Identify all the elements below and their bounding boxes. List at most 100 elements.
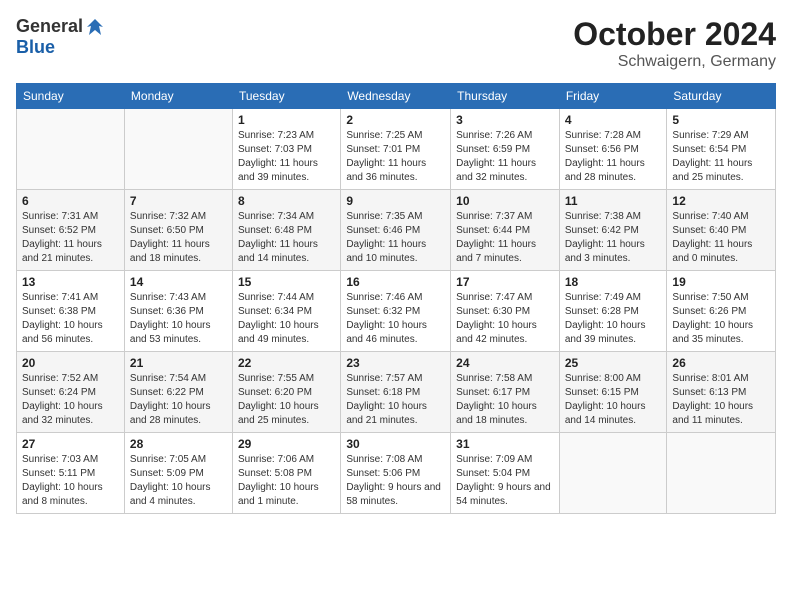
calendar-cell: 27 Sunrise: 7:03 AM Sunset: 5:11 PM Dayli… xyxy=(17,433,125,514)
calendar-cell xyxy=(17,109,125,190)
calendar-cell: 5Sunrise: 7:29 AM Sunset: 6:54 PM Daylig… xyxy=(667,109,776,190)
calendar-cell: 24 Sunrise: 7:58 AM Sunset: 6:17 PM Dayli… xyxy=(451,352,560,433)
calendar-cell: 23 Sunrise: 7:57 AM Sunset: 6:18 PM Dayli… xyxy=(341,352,451,433)
day-info: Sunrise: 7:32 AM Sunset: 6:50 PM Dayligh… xyxy=(130,210,227,266)
day-info: Sunrise: 7:25 AM Sunset: 7:01 PM Dayligh… xyxy=(346,129,445,185)
calendar-cell xyxy=(124,109,232,190)
calendar-cell: 3 Sunrise: 7:26 AM Sunset: 6:59 PM Daylig… xyxy=(451,109,560,190)
month-title: October 2024 xyxy=(573,16,776,53)
calendar-cell: 14Sunrise: 7:43 AM Sunset: 6:36 PM Dayli… xyxy=(124,271,232,352)
calendar-cell: 11 Sunrise: 7:38 AM Sunset: 6:42 PM Dayli… xyxy=(559,190,667,271)
day-info: Sunrise: 7:03 AM Sunset: 5:11 PM Dayligh… xyxy=(22,453,119,509)
calendar-cell: 13Sunrise: 7:41 AM Sunset: 6:38 PM Dayli… xyxy=(17,271,125,352)
calendar-cell: 6 Sunrise: 7:31 AM Sunset: 6:52 PM Daylig… xyxy=(17,190,125,271)
day-number: 22 xyxy=(238,356,335,370)
calendar-cell: 16 Sunrise: 7:46 AM Sunset: 6:32 PM Dayli… xyxy=(341,271,451,352)
day-number: 31 xyxy=(456,437,554,451)
day-number: 2 xyxy=(346,113,445,127)
calendar-cell: 28 Sunrise: 7:05 AM Sunset: 5:09 PM Dayli… xyxy=(124,433,232,514)
weekday-header: Saturday xyxy=(667,84,776,109)
calendar-cell: 10 Sunrise: 7:37 AM Sunset: 6:44 PM Dayli… xyxy=(451,190,560,271)
day-info: Sunrise: 7:26 AM Sunset: 6:59 PM Dayligh… xyxy=(456,129,554,185)
day-info: Sunrise: 7:58 AM Sunset: 6:17 PM Dayligh… xyxy=(456,372,554,428)
day-info: Sunrise: 7:40 AM Sunset: 6:40 PM Dayligh… xyxy=(672,210,770,266)
day-number: 7 xyxy=(130,194,227,208)
day-info: Sunrise: 7:08 AM Sunset: 5:06 PM Dayligh… xyxy=(346,453,445,509)
day-number: 12 xyxy=(672,194,770,208)
calendar-week-row: 1 Sunrise: 7:23 AM Sunset: 7:03 PM Daylig… xyxy=(17,109,776,190)
day-number: 11 xyxy=(565,194,662,208)
calendar-cell: 21 Sunrise: 7:54 AM Sunset: 6:22 PM Dayli… xyxy=(124,352,232,433)
calendar-cell: 26 Sunrise: 8:01 AM Sunset: 6:13 PM Dayli… xyxy=(667,352,776,433)
calendar-cell: 4Sunrise: 7:28 AM Sunset: 6:56 PM Daylig… xyxy=(559,109,667,190)
weekday-header: Friday xyxy=(559,84,667,109)
day-number: 27 xyxy=(22,437,119,451)
day-number: 10 xyxy=(456,194,554,208)
calendar-week-row: 20 Sunrise: 7:52 AM Sunset: 6:24 PM Dayli… xyxy=(17,352,776,433)
day-info: Sunrise: 7:57 AM Sunset: 6:18 PM Dayligh… xyxy=(346,372,445,428)
calendar-cell: 20 Sunrise: 7:52 AM Sunset: 6:24 PM Dayli… xyxy=(17,352,125,433)
day-info: Sunrise: 7:44 AM Sunset: 6:34 PM Dayligh… xyxy=(238,291,335,347)
calendar-cell xyxy=(667,433,776,514)
day-info: Sunrise: 7:37 AM Sunset: 6:44 PM Dayligh… xyxy=(456,210,554,266)
day-number: 19 xyxy=(672,275,770,289)
day-number: 16 xyxy=(346,275,445,289)
day-number: 28 xyxy=(130,437,227,451)
day-info: Sunrise: 8:01 AM Sunset: 6:13 PM Dayligh… xyxy=(672,372,770,428)
day-number: 24 xyxy=(456,356,554,370)
calendar-cell: 18Sunrise: 7:49 AM Sunset: 6:28 PM Dayli… xyxy=(559,271,667,352)
day-info: Sunrise: 7:05 AM Sunset: 5:09 PM Dayligh… xyxy=(130,453,227,509)
day-number: 21 xyxy=(130,356,227,370)
day-info: Sunrise: 7:34 AM Sunset: 6:48 PM Dayligh… xyxy=(238,210,335,266)
location-title: Schwaigern, Germany xyxy=(573,53,776,71)
weekday-header: Tuesday xyxy=(232,84,340,109)
calendar-week-row: 13Sunrise: 7:41 AM Sunset: 6:38 PM Dayli… xyxy=(17,271,776,352)
day-number: 3 xyxy=(456,113,554,127)
day-number: 20 xyxy=(22,356,119,370)
day-info: Sunrise: 7:38 AM Sunset: 6:42 PM Dayligh… xyxy=(565,210,662,266)
day-info: Sunrise: 7:29 AM Sunset: 6:54 PM Dayligh… xyxy=(672,129,770,185)
day-number: 9 xyxy=(346,194,445,208)
calendar-cell: 22Sunrise: 7:55 AM Sunset: 6:20 PM Dayli… xyxy=(232,352,340,433)
calendar-cell: 9 Sunrise: 7:35 AM Sunset: 6:46 PM Daylig… xyxy=(341,190,451,271)
day-info: Sunrise: 7:50 AM Sunset: 6:26 PM Dayligh… xyxy=(672,291,770,347)
weekday-header: Thursday xyxy=(451,84,560,109)
calendar-table: SundayMondayTuesdayWednesdayThursdayFrid… xyxy=(16,83,776,514)
calendar-cell: 1 Sunrise: 7:23 AM Sunset: 7:03 PM Daylig… xyxy=(232,109,340,190)
calendar-cell: 25Sunrise: 8:00 AM Sunset: 6:15 PM Dayli… xyxy=(559,352,667,433)
day-info: Sunrise: 7:35 AM Sunset: 6:46 PM Dayligh… xyxy=(346,210,445,266)
day-number: 30 xyxy=(346,437,445,451)
day-number: 1 xyxy=(238,113,335,127)
day-info: Sunrise: 7:23 AM Sunset: 7:03 PM Dayligh… xyxy=(238,129,335,185)
day-info: Sunrise: 7:31 AM Sunset: 6:52 PM Dayligh… xyxy=(22,210,119,266)
day-info: Sunrise: 7:47 AM Sunset: 6:30 PM Dayligh… xyxy=(456,291,554,347)
calendar-cell xyxy=(559,433,667,514)
day-number: 14 xyxy=(130,275,227,289)
day-info: Sunrise: 7:54 AM Sunset: 6:22 PM Dayligh… xyxy=(130,372,227,428)
day-info: Sunrise: 7:52 AM Sunset: 6:24 PM Dayligh… xyxy=(22,372,119,428)
day-number: 17 xyxy=(456,275,554,289)
day-number: 18 xyxy=(565,275,662,289)
day-number: 23 xyxy=(346,356,445,370)
calendar-header: SundayMondayTuesdayWednesdayThursdayFrid… xyxy=(17,84,776,109)
calendar-cell: 2 Sunrise: 7:25 AM Sunset: 7:01 PM Daylig… xyxy=(341,109,451,190)
day-number: 15 xyxy=(238,275,335,289)
calendar-cell: 12 Sunrise: 7:40 AM Sunset: 6:40 PM Dayli… xyxy=(667,190,776,271)
calendar-cell: 19 Sunrise: 7:50 AM Sunset: 6:26 PM Dayli… xyxy=(667,271,776,352)
weekday-header: Monday xyxy=(124,84,232,109)
calendar-body: 1 Sunrise: 7:23 AM Sunset: 7:03 PM Daylig… xyxy=(17,109,776,514)
calendar-cell: 29Sunrise: 7:06 AM Sunset: 5:08 PM Dayli… xyxy=(232,433,340,514)
day-info: Sunrise: 7:06 AM Sunset: 5:08 PM Dayligh… xyxy=(238,453,335,509)
title-block: October 2024 Schwaigern, Germany xyxy=(573,16,776,71)
day-number: 6 xyxy=(22,194,119,208)
calendar-week-row: 6 Sunrise: 7:31 AM Sunset: 6:52 PM Daylig… xyxy=(17,190,776,271)
day-number: 25 xyxy=(565,356,662,370)
logo-bird-icon xyxy=(85,17,105,37)
calendar-cell: 31Sunrise: 7:09 AM Sunset: 5:04 PM Dayli… xyxy=(451,433,560,514)
day-info: Sunrise: 7:46 AM Sunset: 6:32 PM Dayligh… xyxy=(346,291,445,347)
day-number: 13 xyxy=(22,275,119,289)
day-info: Sunrise: 7:28 AM Sunset: 6:56 PM Dayligh… xyxy=(565,129,662,185)
calendar-cell: 30 Sunrise: 7:08 AM Sunset: 5:06 PM Dayli… xyxy=(341,433,451,514)
page-header: General Blue October 2024 Schwaigern, Ge… xyxy=(16,16,776,71)
day-number: 26 xyxy=(672,356,770,370)
